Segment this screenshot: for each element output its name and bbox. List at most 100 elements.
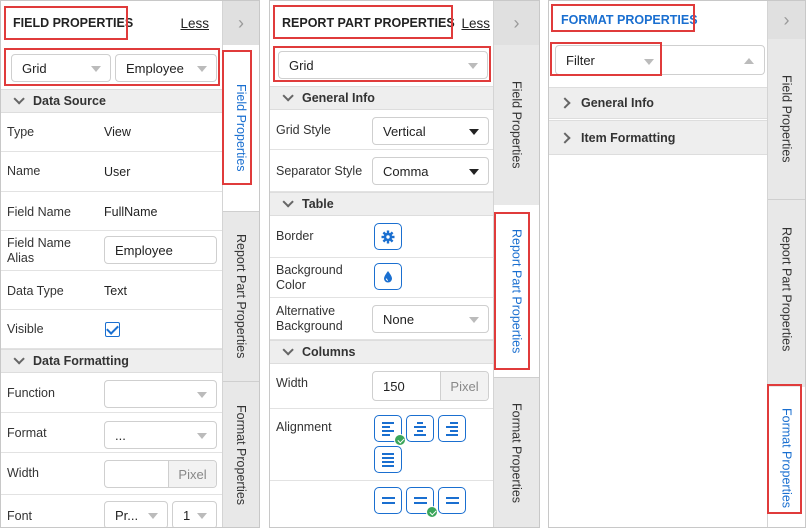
- chevron-down-icon: [148, 513, 158, 519]
- background-color-row: Background Color: [270, 258, 494, 298]
- data-source-section-header[interactable]: Data Source: [1, 89, 223, 113]
- filter-selector-value: Filter: [566, 52, 595, 68]
- tab-field-properties[interactable]: Field Properties: [223, 45, 259, 211]
- collapse-arrow-icon[interactable]: ›: [768, 1, 805, 39]
- collapse-arrow-icon[interactable]: ›: [494, 1, 539, 45]
- type-value: View: [104, 125, 131, 139]
- data-type-value: Text: [104, 284, 127, 298]
- width-label: Width: [7, 466, 39, 480]
- alternative-background-row: Alternative Background None: [270, 298, 494, 340]
- function-label: Function: [7, 386, 55, 400]
- collapse-arrow-icon[interactable]: ›: [223, 1, 259, 45]
- bg-label-line2: Color: [276, 278, 306, 292]
- tab-format-properties[interactable]: Format Properties: [768, 387, 805, 527]
- valign-middle-button[interactable]: [406, 487, 438, 518]
- separator-style-label: Separator Style: [276, 164, 363, 178]
- column-width-input[interactable]: 150 Pixel: [372, 371, 489, 401]
- format-dropdown[interactable]: ...: [104, 421, 217, 449]
- font-size-value: 1: [183, 507, 191, 523]
- align-center-button[interactable]: [406, 415, 434, 442]
- section-title: Columns: [302, 345, 356, 359]
- name-value: User: [104, 165, 131, 179]
- tab-report-part-properties[interactable]: Report Part Properties: [494, 205, 539, 377]
- column-width-value: 150: [383, 378, 405, 394]
- background-color-button[interactable]: [374, 263, 402, 290]
- table-section-header[interactable]: Table: [270, 192, 494, 216]
- filter-selector[interactable]: Filter: [555, 45, 765, 75]
- data-formatting-section-header[interactable]: Data Formatting: [1, 349, 223, 373]
- width-row: Width Pixel: [1, 453, 223, 495]
- separator-style-value: Comma: [383, 163, 429, 179]
- valign-bottom-button[interactable]: [438, 487, 466, 514]
- width-input[interactable]: Pixel: [104, 460, 217, 488]
- alt-label-line2: Background: [276, 319, 343, 333]
- valign-top-icon: [381, 497, 395, 504]
- field-name-alias-row: Field Name Alias Employee: [1, 231, 223, 271]
- alternative-background-dropdown[interactable]: None: [372, 305, 489, 333]
- align-left-button[interactable]: [374, 415, 406, 446]
- function-dropdown[interactable]: [104, 380, 217, 408]
- panel-title: FIELD PROPERTIES: [13, 16, 134, 30]
- align-center-icon: [414, 421, 426, 436]
- tab-format-properties[interactable]: Format Properties: [223, 381, 259, 527]
- font-family-dropdown[interactable]: Pr...: [104, 501, 168, 527]
- general-info-section-header[interactable]: General Info: [549, 87, 769, 119]
- tab-field-properties[interactable]: Field Properties: [494, 45, 539, 205]
- tab-field-properties[interactable]: Field Properties: [768, 39, 805, 199]
- section-title: Data Source: [33, 94, 106, 108]
- panel-header: REPORT PART PROPERTIES Less: [270, 1, 494, 45]
- align-right-button[interactable]: [438, 415, 466, 442]
- panel-title: REPORT PART PROPERTIES: [282, 16, 455, 30]
- align-justify-button[interactable]: [374, 446, 402, 473]
- align-left-icon: [382, 421, 394, 436]
- border-settings-button[interactable]: [374, 223, 402, 250]
- chevron-down-icon: [197, 66, 207, 72]
- valign-top-button[interactable]: [374, 487, 402, 514]
- report-part-selector[interactable]: Grid: [278, 51, 488, 79]
- tab-label: Format Properties: [234, 404, 248, 506]
- grid-style-value: Vertical: [383, 123, 426, 139]
- less-link[interactable]: Less: [461, 16, 490, 31]
- alias-input-value: Employee: [115, 242, 173, 258]
- less-link[interactable]: Less: [180, 16, 209, 31]
- chevron-down-icon: [282, 196, 294, 208]
- alignment-row: Alignment: [270, 409, 494, 481]
- column-width-label: Width: [276, 376, 308, 390]
- grid-style-row: Grid Style Vertical: [270, 110, 494, 150]
- tab-label: Field Properties: [509, 81, 524, 169]
- grid-style-dropdown[interactable]: Vertical: [372, 117, 489, 145]
- type-row: Type View: [1, 113, 223, 152]
- visible-label: Visible: [7, 322, 44, 336]
- alias-label-line2: Alias: [7, 251, 35, 265]
- tab-label: Report Part Properties: [779, 226, 794, 352]
- field-name-row: Field Name FullName: [1, 192, 223, 231]
- field-name-alias-input[interactable]: Employee: [104, 236, 217, 264]
- border-row: Border: [270, 216, 494, 258]
- format-properties-content: FORMAT PROPERTIES Filter General Info It…: [549, 1, 769, 527]
- field-selector[interactable]: Employee: [115, 54, 217, 82]
- grid-selector[interactable]: Grid: [11, 54, 111, 82]
- font-family-value: Pr...: [115, 507, 139, 523]
- columns-section-header[interactable]: Columns: [270, 340, 494, 364]
- format-properties-panel: FORMAT PROPERTIES Filter General Info It…: [548, 0, 806, 528]
- separator-style-dropdown[interactable]: Comma: [372, 157, 489, 185]
- check-badge-icon: [426, 506, 438, 518]
- field-selector-value: Employee: [126, 60, 184, 76]
- data-type-row: Data Type Text: [1, 271, 223, 310]
- tab-report-part-properties[interactable]: Report Part Properties: [768, 199, 805, 379]
- grid-selector-value: Grid: [22, 60, 47, 76]
- tab-format-properties[interactable]: Format Properties: [494, 377, 539, 527]
- font-size-dropdown[interactable]: 1: [172, 501, 217, 527]
- tab-report-part-properties[interactable]: Report Part Properties: [223, 211, 259, 381]
- chevron-down-icon: [282, 344, 294, 356]
- font-row: Font Pr... 1: [1, 495, 223, 527]
- alignment-label: Alignment: [276, 420, 332, 434]
- align-justify-icon: [382, 452, 394, 467]
- chevron-down-icon: [91, 66, 101, 72]
- panel-header: FORMAT PROPERTIES: [549, 1, 769, 39]
- chevron-up-icon: [744, 58, 754, 64]
- visible-checkbox[interactable]: [105, 322, 120, 337]
- general-info-section-header[interactable]: General Info: [270, 86, 494, 110]
- item-formatting-section-header[interactable]: Item Formatting: [549, 120, 769, 155]
- name-label: Name: [7, 164, 41, 178]
